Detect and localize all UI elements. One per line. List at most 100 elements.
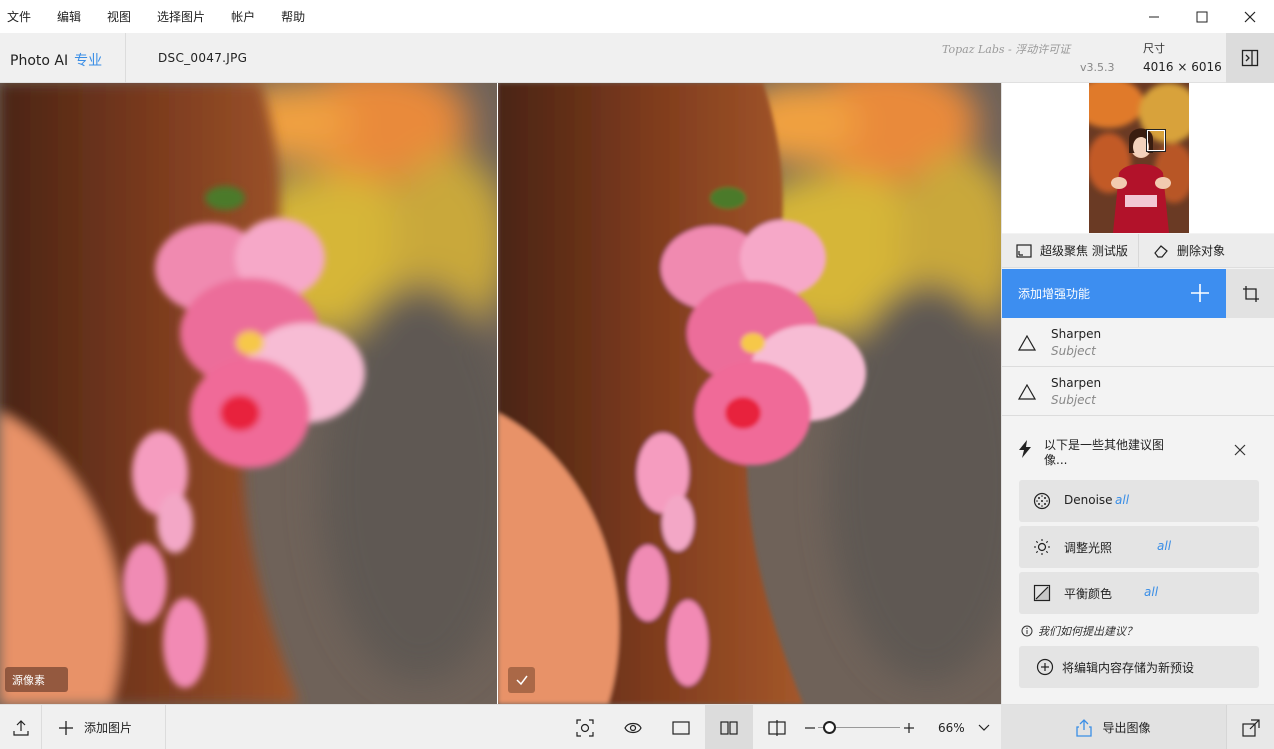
panel-toggle-button[interactable] (1226, 33, 1274, 83)
enhancement-subject: Subject (1051, 344, 1096, 358)
eraser-icon (1154, 244, 1168, 258)
suggestion-label: 平衡颜色 (1064, 587, 1113, 601)
edition-badge: 专业 (74, 53, 103, 69)
add-enhancement-button[interactable]: 添加增强功能 (1002, 269, 1226, 318)
light-icon (1034, 539, 1050, 555)
zoom-level[interactable]: 66% (938, 721, 965, 735)
super-focus-button[interactable]: 超级聚焦 测试版 (1002, 234, 1138, 267)
sidebar-toggle-icon (1241, 49, 1259, 67)
plus-icon (59, 720, 73, 735)
header-divider (125, 33, 126, 83)
enhancement-subject: Subject (1051, 393, 1096, 407)
grain-icon (1033, 492, 1051, 510)
save-preset-button[interactable]: 将编辑内容存储为新预设 (1019, 646, 1259, 688)
upload-icon (12, 719, 29, 736)
suggestions-title: 以下是一些其他建议图像... (1044, 438, 1165, 467)
enhanced-photo (498, 83, 1001, 704)
add-circle-icon (1036, 658, 1054, 676)
brand: Photo AI 专业 (10, 50, 102, 70)
add-image-button[interactable]: 添加图片 (42, 705, 166, 749)
suggestion-lighting-button[interactable]: 调整光照 all (1019, 526, 1259, 568)
upload-button[interactable] (0, 705, 42, 749)
super-focus-icon (1016, 243, 1032, 258)
suggestions-header: 以下是一些其他建议图像... (1002, 430, 1274, 480)
menu-account[interactable]: 帐户 (224, 8, 255, 25)
export-button[interactable]: 导出图像 (1001, 705, 1226, 749)
single-view-button[interactable] (657, 705, 705, 749)
sharpen-icon (1018, 384, 1036, 400)
menu-select-image[interactable]: 选择图片 (150, 8, 205, 25)
size-label: 尺寸 (1143, 42, 1165, 55)
export-settings-button[interactable] (1226, 705, 1274, 749)
suggestion-scope: all (1144, 585, 1159, 599)
size-value: 4016 × 6016 (1143, 60, 1222, 74)
image-canvas[interactable]: 源像素 (0, 83, 1001, 704)
menu-edit[interactable]: 编辑 (50, 8, 81, 25)
suggestion-label: 调整光照 (1064, 541, 1113, 555)
zoom-out-icon[interactable] (804, 722, 816, 734)
enhanced-check-badge[interactable] (508, 667, 535, 693)
original-preview[interactable] (0, 83, 497, 704)
menu-bar: 文件 编辑 视图 选择图片 帐户 帮助 (0, 0, 1274, 33)
add-image-label: 添加图片 (84, 721, 133, 735)
suggestion-denoise-button[interactable]: Denoise all (1019, 480, 1259, 522)
export-label: 导出图像 (1102, 721, 1151, 735)
remove-object-label: 删除对象 (1177, 244, 1226, 258)
thumbnail-photo (1089, 83, 1189, 233)
preview-toggle-button[interactable] (609, 705, 657, 749)
license-text: Topaz Labs - 浮动许可证 (942, 43, 1071, 56)
enhancement-item[interactable]: Sharpen Subject (1002, 318, 1274, 367)
remove-object-button[interactable]: 删除对象 (1138, 234, 1274, 267)
menu-view[interactable]: 视图 (100, 8, 131, 25)
enhanced-preview[interactable] (498, 83, 1001, 704)
suggestion-scope: all (1115, 493, 1130, 507)
close-suggestions-icon[interactable] (1234, 444, 1246, 456)
how-suggestions-link[interactable]: 我们如何提出建议？ (1021, 623, 1137, 639)
add-enhancement-label: 添加增强功能 (1018, 287, 1091, 301)
plus-icon (1191, 284, 1209, 302)
color-balance-icon (1033, 584, 1051, 602)
zoom-in-icon[interactable] (903, 722, 915, 734)
tool-row: 超级聚焦 测试版 删除对象 (1002, 234, 1274, 268)
export-settings-icon (1241, 718, 1260, 737)
how-suggestions-text: 我们如何提出建议？ (1038, 625, 1137, 638)
split-view-icon (768, 719, 786, 736)
enhancement-name: Sharpen (1051, 327, 1102, 341)
file-name: DSC_0047.JPG (158, 51, 248, 65)
minimize-button[interactable] (1130, 0, 1178, 33)
crop-button[interactable] (1226, 269, 1274, 318)
navigator (1002, 83, 1274, 233)
enhancement-item[interactable]: Sharpen Subject (1002, 367, 1274, 416)
app-name: Photo AI (10, 53, 69, 69)
menu-file[interactable]: 文件 (0, 8, 31, 25)
export-icon (1076, 718, 1093, 737)
sharpen-icon (1018, 335, 1036, 351)
bottom-toolbar: 添加图片 66% 导出图像 (0, 704, 1274, 749)
super-focus-label: 超级聚焦 测试版 (1040, 244, 1128, 258)
minimize-icon (1149, 16, 1159, 17)
check-icon (515, 675, 528, 686)
zoom-slider-handle[interactable] (823, 721, 836, 734)
right-panel: 超级聚焦 测试版 删除对象 添加增强功能 Sharpen Subject Sha… (1001, 83, 1274, 704)
navigator-thumbnail[interactable] (1089, 83, 1189, 233)
side-by-side-button[interactable] (705, 705, 753, 749)
close-button[interactable] (1226, 0, 1274, 33)
face-focus-icon (576, 718, 594, 737)
close-icon (1244, 11, 1256, 22)
viewport-indicator[interactable] (1146, 129, 1166, 152)
suggestion-color-button[interactable]: 平衡颜色 all (1019, 572, 1259, 614)
menu-help[interactable]: 帮助 (274, 8, 305, 25)
lightning-icon (1019, 440, 1031, 458)
side-by-side-icon (720, 720, 738, 735)
original-label: 源像素 (5, 667, 68, 692)
crop-icon (1242, 285, 1259, 302)
original-photo (0, 83, 497, 704)
maximize-button[interactable] (1178, 0, 1226, 33)
version-text: v3.5.3 (1080, 61, 1115, 74)
suggestion-label: Denoise (1064, 493, 1113, 507)
chevron-down-icon[interactable] (978, 724, 990, 732)
split-view-button[interactable] (753, 705, 801, 749)
suggestion-scope: all (1157, 539, 1172, 553)
maximize-icon (1196, 11, 1208, 22)
face-detect-button[interactable] (561, 705, 609, 749)
